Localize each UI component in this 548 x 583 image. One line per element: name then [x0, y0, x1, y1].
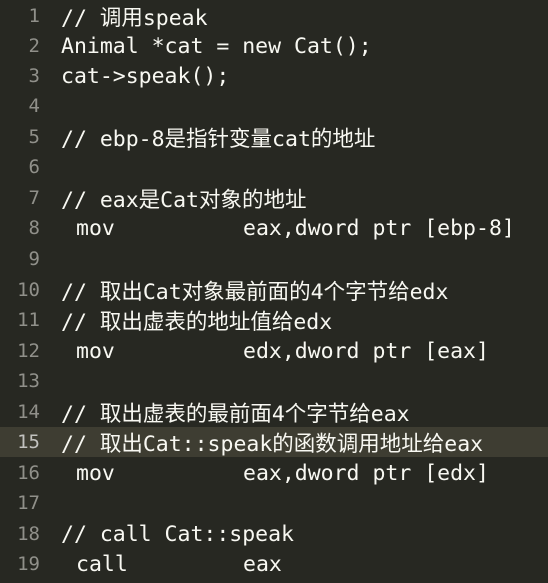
line-number: 4	[28, 95, 40, 117]
code-line-1[interactable]: 1 // 调用speak	[0, 1, 548, 31]
code-line-8[interactable]: 8 mov eax,dword ptr [ebp-8]	[0, 213, 548, 243]
code-editor[interactable]: 1 // 调用speak 2 Animal *cat = new Cat(); …	[0, 0, 548, 583]
line-number: 1	[28, 5, 40, 27]
code-line-4[interactable]: 4	[0, 91, 548, 121]
code-line-6[interactable]: 6	[0, 152, 548, 182]
asm-operands: edx,dword ptr [eax]	[243, 338, 489, 364]
code-line-17[interactable]: 17	[0, 488, 548, 518]
code-text: cat->speak();	[61, 63, 230, 89]
comment-text: // call Cat::speak	[61, 521, 294, 547]
code-line-2[interactable]: 2 Animal *cat = new Cat();	[0, 31, 548, 61]
code-text: Animal *cat = new Cat();	[61, 33, 372, 59]
comment-text: // 取出虚表的地址值给edx	[61, 309, 333, 335]
line-number: 5	[28, 126, 40, 148]
line-number: 14	[17, 401, 40, 423]
code-line-15-active[interactable]: 15 // 取出Cat::speak的函数调用地址给eax	[0, 427, 548, 457]
code-line-16[interactable]: 16 mov eax,dword ptr [edx]	[0, 458, 548, 488]
line-number: 6	[28, 156, 40, 178]
code-line-19[interactable]: 19 call eax	[0, 549, 548, 579]
comment-text: // ebp-8是指针变量cat的地址	[61, 126, 376, 152]
line-number: 3	[28, 65, 40, 87]
line-number: 10	[17, 279, 40, 301]
code-line-14[interactable]: 14 // 取出虚表的最前面4个字节给eax	[0, 397, 548, 427]
line-number: 7	[28, 187, 40, 209]
asm-operands: eax	[243, 551, 282, 577]
asm-mnemonic: mov	[76, 460, 115, 486]
comment-text: // eax是Cat对象的地址	[61, 187, 307, 213]
line-number: 15	[17, 431, 40, 453]
line-number: 16	[17, 462, 40, 484]
asm-operands: eax,dword ptr [edx]	[243, 460, 489, 486]
line-number: 17	[17, 492, 40, 514]
line-number: 11	[17, 309, 40, 331]
code-line-9[interactable]: 9	[0, 244, 548, 274]
code-line-13[interactable]: 13	[0, 366, 548, 396]
comment-text: // 取出虚表的最前面4个字节给eax	[61, 401, 410, 427]
asm-mnemonic: call	[76, 551, 128, 577]
line-number: 12	[17, 340, 40, 362]
code-line-11[interactable]: 11 // 取出虚表的地址值给edx	[0, 305, 548, 335]
line-number: 18	[17, 523, 40, 545]
comment-text: // 取出Cat::speak的函数调用地址给eax	[61, 431, 484, 457]
code-line-10[interactable]: 10 // 取出Cat对象最前面的4个字节给edx	[0, 275, 548, 305]
line-number: 19	[17, 553, 40, 575]
comment-text: // 取出Cat对象最前面的4个字节给edx	[61, 279, 449, 305]
code-line-18[interactable]: 18 // call Cat::speak	[0, 519, 548, 549]
comment-text: // 调用speak	[61, 5, 208, 31]
code-line-7[interactable]: 7 // eax是Cat对象的地址	[0, 183, 548, 213]
code-line-5[interactable]: 5 // ebp-8是指针变量cat的地址	[0, 122, 548, 152]
asm-mnemonic: mov	[76, 215, 115, 241]
asm-operands: eax,dword ptr [ebp-8]	[243, 215, 515, 241]
line-number: 13	[17, 370, 40, 392]
code-line-12[interactable]: 12 mov edx,dword ptr [eax]	[0, 336, 548, 366]
code-line-3[interactable]: 3 cat->speak();	[0, 61, 548, 91]
asm-mnemonic: mov	[76, 338, 115, 364]
line-number: 8	[28, 217, 40, 239]
line-number: 2	[28, 35, 40, 57]
line-number: 9	[28, 248, 40, 270]
